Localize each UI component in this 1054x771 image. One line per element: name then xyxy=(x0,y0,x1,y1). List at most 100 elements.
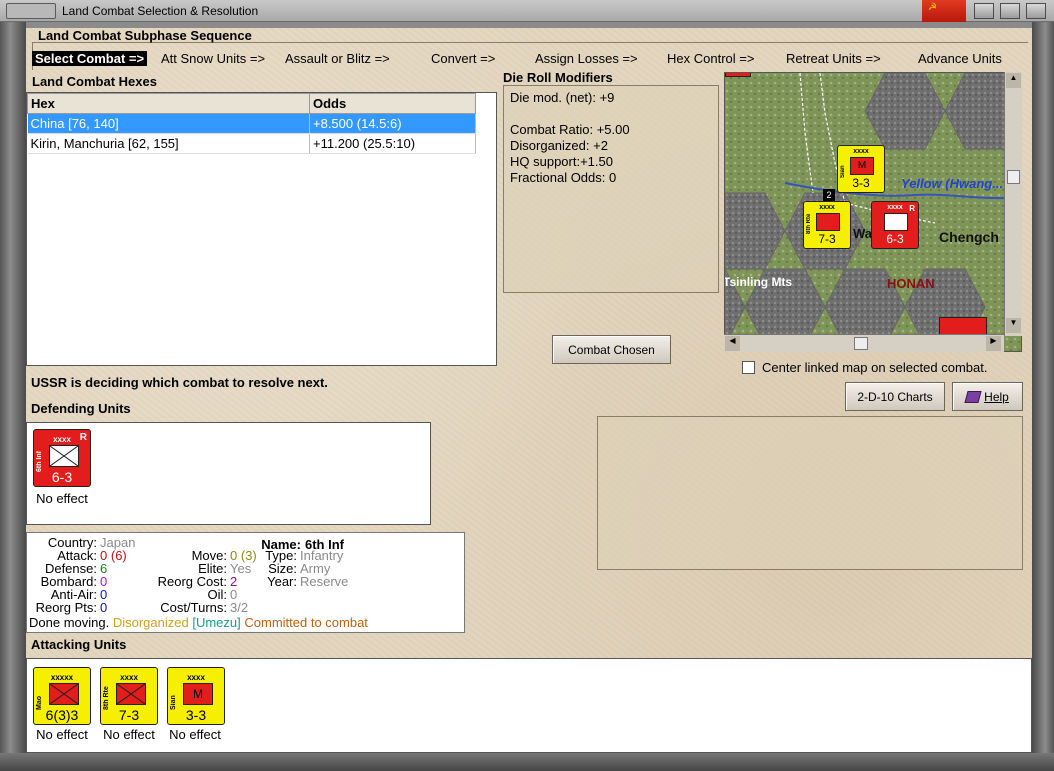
infantry-symbol-icon xyxy=(49,683,79,705)
unit-info-panel: Country: Japan Name: 6th Inf Attack: 0 (… xyxy=(26,532,465,633)
map-counter-8th-rte[interactable]: xxxx 8th Rte 7-3 xyxy=(803,201,851,249)
year-key: Year: xyxy=(267,574,297,589)
drm-line: Die mod. (net): +9 xyxy=(510,90,615,105)
counter-name: 8th Rte xyxy=(806,213,812,234)
city-label: Chengch xyxy=(939,229,999,245)
window-title: Land Combat Selection & Resolution xyxy=(62,4,259,18)
close-button[interactable] xyxy=(1026,3,1046,19)
infantry-cross-icon xyxy=(49,683,79,705)
counter-size: xxxx xyxy=(187,673,205,682)
drm-line: Fractional Odds: 0 xyxy=(510,170,617,185)
scroll-thumb[interactable] xyxy=(1007,170,1020,184)
attacking-result: No effect xyxy=(169,727,221,742)
scroll-thumb[interactable] xyxy=(854,337,868,350)
drm-line: Disorganized: +2 xyxy=(510,138,608,153)
column-header-odds[interactable]: Odds xyxy=(309,93,476,114)
window-frame-bottom xyxy=(0,753,1054,771)
wa-label: Wa xyxy=(853,226,873,241)
counter-name: Mao xyxy=(36,696,43,710)
defending-units-box: xxxx 6th Inf R 6-3 No effect xyxy=(26,422,431,525)
main-panel: Land Combat Subphase Sequence Select Com… xyxy=(26,28,1032,753)
armor-symbol-icon: M xyxy=(183,683,213,705)
hexes-title: Land Combat Hexes xyxy=(32,74,157,89)
odds-cell: +8.500 (14.5:6) xyxy=(309,113,476,134)
stack-badge: 2 xyxy=(823,189,835,201)
counter-name: 6th Inf xyxy=(36,451,43,472)
infantry-symbol-icon xyxy=(816,213,840,231)
table-row[interactable]: China [76, 140] +8.500 (14.5:6) xyxy=(27,113,476,134)
center-map-label[interactable]: Center linked map on selected combat. xyxy=(762,360,987,375)
status-text: USSR is deciding which combat to resolve… xyxy=(31,375,328,390)
scroll-right-icon[interactable]: ▶ xyxy=(986,336,1001,351)
counter-stats: 6(3)3 xyxy=(45,707,79,723)
column-header-hex[interactable]: Hex xyxy=(27,93,310,114)
map-counter-sian[interactable]: xxxx Sian M 3-3 xyxy=(837,145,885,193)
attacking-result: No effect xyxy=(36,727,88,742)
infantry-cross-icon xyxy=(116,683,146,705)
region-label: HONAN xyxy=(887,276,935,291)
hex-cell: Kirin, Manchuria [62, 155] xyxy=(27,133,310,154)
step-hex-control: Hex Control => xyxy=(667,51,755,66)
reserve-badge: R xyxy=(79,432,87,443)
map-horizontal-scrollbar[interactable]: ◀ ▶ xyxy=(724,334,1004,352)
attacking-title: Attacking Units xyxy=(31,637,127,652)
scroll-left-icon[interactable]: ◀ xyxy=(725,336,740,351)
counter-symbol: M xyxy=(193,687,203,701)
counter-size: xxxx xyxy=(120,673,138,682)
unit-status-line: Done moving. Disorganized [Umezu] Commit… xyxy=(29,615,368,630)
counter-size: xxxx xyxy=(819,204,835,211)
map-counter-6th-inf[interactable]: xxxx R 6-3 xyxy=(871,201,919,249)
infantry-symbol-icon xyxy=(884,213,908,231)
center-map-checkbox[interactable] xyxy=(742,361,755,374)
drm-box: Die mod. (net): +9 Combat Ratio: +5.00 D… xyxy=(503,85,719,293)
step-assign-losses: Assign Losses => xyxy=(535,51,638,66)
hexes-list[interactable]: Hex Odds China [76, 140] +8.500 (14.5:6)… xyxy=(26,92,497,366)
infantry-cross-icon xyxy=(49,445,79,467)
defending-title: Defending Units xyxy=(31,401,131,416)
counter-stats: 3-3 xyxy=(185,707,207,723)
hexes-table: Hex Odds China [76, 140] +8.500 (14.5:6)… xyxy=(27,93,476,154)
drm-title: Die Roll Modifiers xyxy=(503,70,613,85)
counter-name: 8th Rte xyxy=(103,686,110,710)
committed-status: Committed to combat xyxy=(244,615,368,630)
odds-cell: +11.200 (25.5:10) xyxy=(309,133,476,154)
table-row[interactable]: Kirin, Manchuria [62, 155] +11.200 (25.5… xyxy=(27,133,476,154)
counter-stats: 7-3 xyxy=(118,707,140,723)
counter-stats: 7-3 xyxy=(818,232,836,246)
maximize-button[interactable] xyxy=(1000,3,1020,19)
charts-button[interactable]: 2-D-10 Charts xyxy=(845,382,945,411)
defending-counter-6th-inf[interactable]: xxxx 6th Inf R 6-3 xyxy=(33,429,91,487)
help-label: Help xyxy=(984,389,1009,404)
attacking-result: No effect xyxy=(103,727,155,742)
reorg-pts-value: 0 xyxy=(100,600,108,615)
attacking-counter-mao[interactable]: xxxxx Mao 6(3)3 xyxy=(33,667,91,725)
linked-map[interactable]: Yellow (Hwang... Chengch HONAN Tsinling … xyxy=(724,72,1022,352)
scroll-down-icon[interactable]: ▼ xyxy=(1006,318,1021,333)
step-retreat-units: Retreat Units => xyxy=(786,51,881,66)
mountains-label: Tsinling Mts xyxy=(724,275,793,289)
system-menu-icon[interactable] xyxy=(6,3,56,19)
infantry-symbol-icon xyxy=(49,445,79,467)
drm-line: HQ support:+1.50 xyxy=(510,154,613,169)
hq-status: [Umezu] xyxy=(192,615,241,630)
counter-stats: 3-3 xyxy=(852,176,870,190)
attacking-counter-8th-rte[interactable]: xxxx 8th Rte 7-3 xyxy=(100,667,158,725)
scroll-up-icon[interactable]: ▲ xyxy=(1006,73,1021,88)
armor-symbol-icon: M xyxy=(850,157,874,175)
counter-stats: 6-3 xyxy=(51,469,73,485)
minimize-button[interactable] xyxy=(974,3,994,19)
help-button[interactable]: Help xyxy=(952,382,1023,411)
results-panel xyxy=(597,416,1023,570)
step-assault-or-blitz: Assault or Blitz => xyxy=(285,51,390,66)
step-convert: Convert => xyxy=(431,51,496,66)
step-advance-units: Advance Units xyxy=(918,51,1002,66)
attacking-counter-sian[interactable]: xxxx Sian M 3-3 xyxy=(167,667,225,725)
map-vertical-scrollbar[interactable]: ▲ ▼ xyxy=(1004,72,1022,336)
combat-chosen-button[interactable]: Combat Chosen xyxy=(552,335,671,364)
window-frame-left xyxy=(0,22,26,771)
counter-name: Sian xyxy=(170,695,177,710)
step-select-combat: Select Combat => xyxy=(32,51,148,66)
attacking-units-box: xxxxx Mao 6(3)3 No effect xxxx 8th Rte 7… xyxy=(26,658,1032,753)
drm-line: Combat Ratio: +5.00 xyxy=(510,122,630,137)
subphase-title: Land Combat Subphase Sequence xyxy=(38,28,252,43)
